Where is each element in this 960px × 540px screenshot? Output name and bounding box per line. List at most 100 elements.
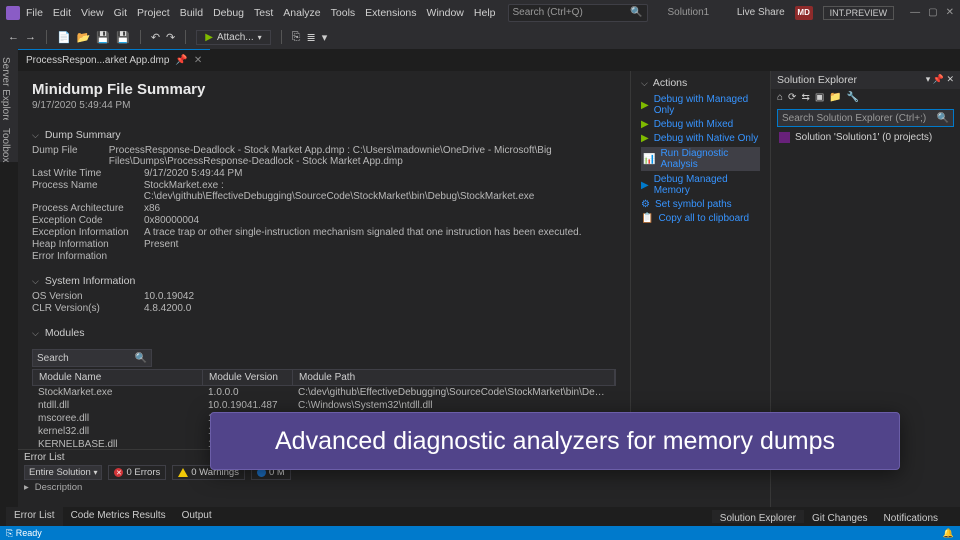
error-scope-dropdown[interactable]: Entire Solution ▾: [24, 465, 102, 480]
menu-build[interactable]: Build: [180, 7, 203, 19]
col-module-version[interactable]: Module Version: [203, 370, 293, 385]
menu-file[interactable]: File: [26, 7, 43, 19]
attach-dropdown-icon[interactable]: ▾: [258, 33, 262, 42]
search-placeholder: Search (Ctrl+Q): [513, 7, 583, 18]
menu-debug[interactable]: Debug: [213, 7, 244, 19]
tab-output[interactable]: Output: [174, 507, 220, 526]
action-run-diagnostic[interactable]: 📊Run Diagnostic Analysis: [641, 147, 760, 171]
tab-solution-explorer[interactable]: Solution Explorer: [712, 510, 804, 523]
maximize-icon[interactable]: ▢: [928, 7, 937, 18]
play-icon: ▶: [641, 119, 649, 130]
status-icon: ⎘: [6, 528, 13, 538]
section-dump-summary[interactable]: Dump Summary: [32, 129, 616, 141]
chevron-right-icon[interactable]: ▸: [24, 482, 29, 493]
toolbar-extra-icon[interactable]: ≣: [306, 31, 315, 44]
tab-notifications[interactable]: Notifications: [876, 510, 946, 523]
save-icon[interactable]: 💾: [96, 31, 110, 44]
menu-git[interactable]: Git: [114, 7, 127, 19]
menu-view[interactable]: View: [81, 7, 104, 19]
show-all-icon[interactable]: 📁: [829, 92, 841, 103]
minimize-icon[interactable]: —: [910, 7, 920, 18]
attach-button[interactable]: ▶ Attach... ▾: [196, 30, 270, 45]
solution-explorer-title: Solution Explorer: [777, 74, 857, 86]
actions-header: Actions: [653, 77, 687, 89]
home-icon[interactable]: ⌂: [777, 92, 783, 103]
toolbar-extra-icon[interactable]: ⎘: [292, 31, 301, 44]
diagnostic-icon: 📊: [643, 154, 655, 165]
nav-fwd-icon[interactable]: →: [25, 31, 36, 43]
search-icon: 🔍: [135, 353, 147, 364]
copy-icon: 📋: [641, 213, 653, 224]
new-file-icon[interactable]: 📄: [57, 31, 71, 44]
chevron-down-icon: [32, 129, 39, 141]
page-title: Minidump File Summary: [32, 81, 616, 98]
menu-window[interactable]: Window: [427, 7, 464, 19]
warning-icon: [178, 468, 188, 477]
solution-icon: [779, 132, 790, 143]
solution-root-item[interactable]: Solution 'Solution1' (0 projects): [771, 130, 960, 145]
section-system-info[interactable]: System Information: [32, 275, 616, 287]
panel-controls[interactable]: ▾ 📌 ✕: [926, 74, 954, 86]
action-set-symbol-paths[interactable]: ⚙Set symbol paths: [641, 199, 760, 210]
status-bar: ⎘ Ready 🔔: [0, 526, 960, 540]
properties-icon[interactable]: 🔧: [847, 92, 859, 103]
document-tab[interactable]: ProcessRespon...arket App.dmp 📌 ✕: [18, 49, 210, 71]
tab-error-list[interactable]: Error List: [6, 507, 63, 526]
pin-icon[interactable]: 📌: [175, 55, 187, 66]
action-copy-clipboard[interactable]: 📋Copy all to clipboard: [641, 213, 760, 224]
titlebar: File Edit View Git Project Build Debug Test Anal…: [0, 0, 960, 25]
tab-label: ProcessRespon...arket App.dmp: [26, 55, 169, 66]
description-col[interactable]: Description: [35, 482, 83, 493]
redo-icon[interactable]: ↷: [166, 31, 175, 44]
close-tab-icon[interactable]: ✕: [194, 55, 202, 66]
open-file-icon[interactable]: 📂: [77, 31, 91, 44]
toolbar-extra-icon[interactable]: ▾: [322, 31, 328, 44]
menu-project[interactable]: Project: [137, 7, 170, 19]
menu-edit[interactable]: Edit: [53, 7, 71, 19]
sync-icon[interactable]: ⇆: [801, 92, 809, 103]
bottom-tab-strip: Error List Code Metrics Results Output S…: [0, 507, 960, 526]
toolbar: ← → 📄 📂 💾 💾 ↶ ↷ ▶ Attach... ▾ ⎘ ≣ ▾: [0, 25, 960, 49]
module-search-input[interactable]: Search 🔍: [32, 349, 152, 367]
action-debug-native[interactable]: ▶Debug with Native Only: [641, 133, 760, 144]
menu-analyze[interactable]: Analyze: [283, 7, 320, 19]
menu-extensions[interactable]: Extensions: [365, 7, 416, 19]
table-row[interactable]: ntdll.dll10.0.19041.487C:\Windows\System…: [32, 399, 616, 412]
undo-icon[interactable]: ↶: [151, 31, 160, 44]
menu-test[interactable]: Test: [254, 7, 273, 19]
refresh-icon[interactable]: ⟳: [788, 92, 796, 103]
col-module-name[interactable]: Module Name: [33, 370, 203, 385]
menu-tools[interactable]: Tools: [331, 7, 356, 19]
tab-code-metrics[interactable]: Code Metrics Results: [63, 507, 174, 526]
global-search-input[interactable]: Search (Ctrl+Q) 🔍: [508, 4, 648, 22]
main-menu: File Edit View Git Project Build Debug Test Anal…: [26, 7, 496, 19]
action-debug-mixed[interactable]: ▶Debug with Mixed: [641, 119, 760, 130]
user-badge[interactable]: MD: [795, 6, 813, 20]
play-icon: ▶: [641, 133, 649, 144]
section-modules[interactable]: Modules: [32, 327, 616, 339]
close-icon[interactable]: ✕: [946, 7, 954, 18]
col-module-path[interactable]: Module Path: [293, 370, 615, 385]
preview-button[interactable]: INT.PREVIEW: [823, 6, 895, 20]
nav-back-icon[interactable]: ←: [8, 31, 19, 43]
vs-logo-icon: [6, 6, 20, 20]
play-icon: ▶: [641, 100, 649, 111]
errors-filter[interactable]: ✕0 Errors: [108, 465, 166, 480]
solution-label: Solution1: [668, 7, 710, 18]
action-debug-managed[interactable]: ▶Debug with Managed Only: [641, 94, 760, 116]
table-row[interactable]: StockMarket.exe1.0.0.0C:\dev\github\Effe…: [32, 386, 616, 399]
liveshare-button[interactable]: Live Share: [737, 7, 785, 18]
save-all-icon[interactable]: 💾: [116, 31, 130, 44]
solution-toolbar: ⌂ ⟳ ⇆ ▣ 📁 🔧: [771, 89, 960, 106]
solution-search-input[interactable]: Search Solution Explorer (Ctrl+;) 🔍: [777, 109, 954, 127]
side-tab-toolbox[interactable]: Toolbox: [0, 120, 18, 162]
tab-git-changes[interactable]: Git Changes: [804, 510, 876, 523]
play-icon: ▶: [205, 32, 213, 43]
menu-help[interactable]: Help: [474, 7, 496, 19]
callout-overlay: Advanced diagnostic analyzers for memory…: [210, 412, 900, 470]
status-ready: Ready: [16, 528, 42, 538]
chevron-down-icon: [641, 77, 648, 89]
action-debug-memory[interactable]: ▶Debug Managed Memory: [641, 174, 760, 196]
collapse-icon[interactable]: ▣: [815, 92, 824, 103]
notification-icon[interactable]: 🔔: [943, 528, 954, 539]
